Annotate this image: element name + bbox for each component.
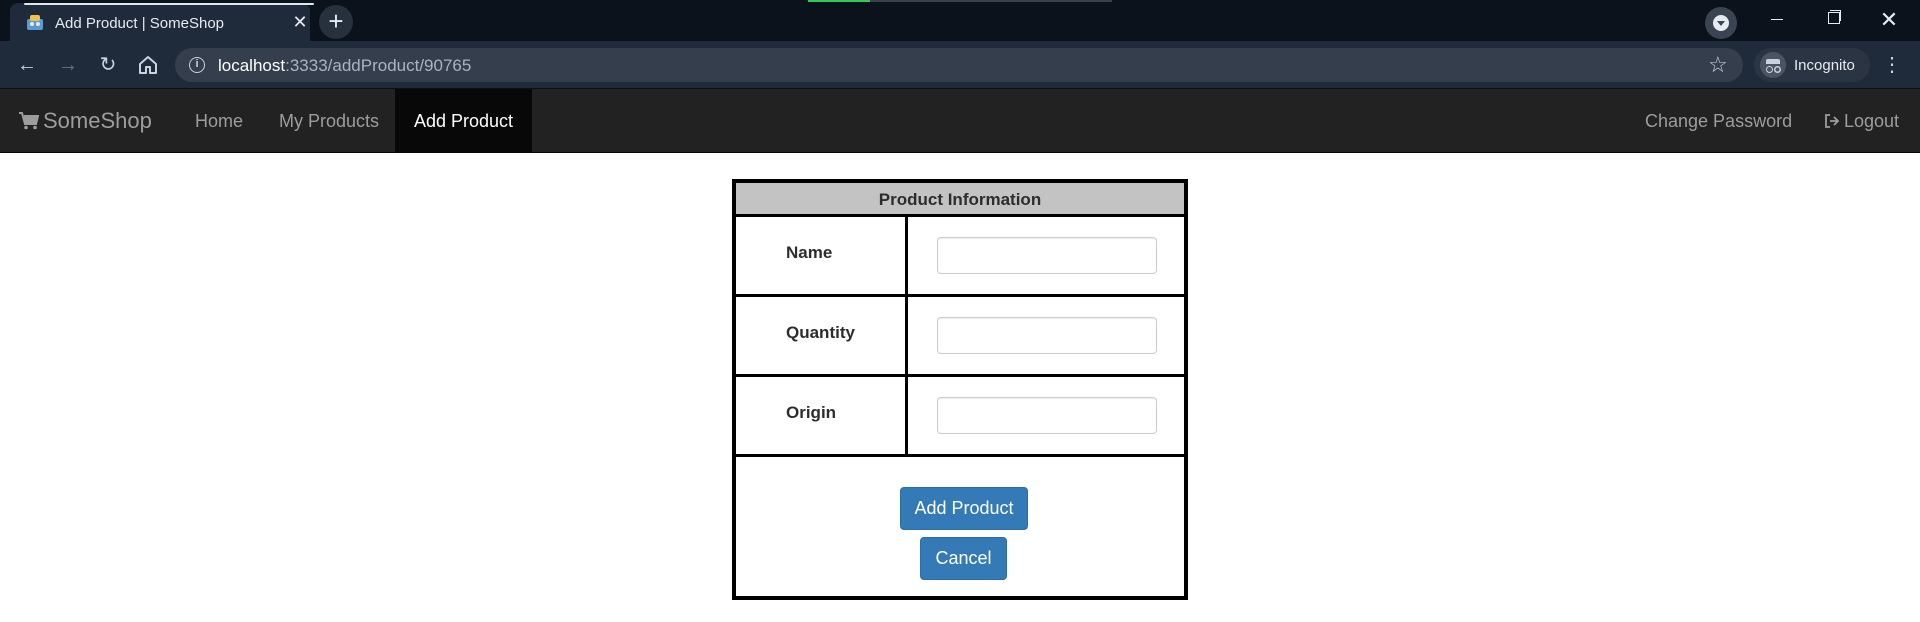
origin-row: Origin <box>736 377 1184 457</box>
shopping-cart-icon <box>19 112 39 130</box>
page-load-progress <box>808 0 870 2</box>
incognito-label: Incognito <box>1794 57 1855 74</box>
nav-change-password[interactable]: Change Password <box>1626 89 1811 153</box>
browser-toolbar: ← → ↻ i localhost:3333/addProduct/90765 … <box>0 41 1920 89</box>
quantity-input[interactable] <box>937 317 1157 354</box>
bookmark-star-icon[interactable]: ☆ <box>1708 52 1728 78</box>
name-input[interactable] <box>937 237 1157 274</box>
logout-icon <box>1825 114 1840 128</box>
name-row: Name <box>736 217 1184 297</box>
url-text[interactable]: localhost:3333/addProduct/90765 <box>218 56 471 76</box>
new-tab-button[interactable]: + <box>319 5 353 39</box>
origin-input[interactable] <box>937 397 1157 434</box>
add-product-button[interactable]: Add Product <box>900 487 1028 530</box>
reload-icon[interactable]: ↻ <box>96 53 120 77</box>
forward-icon[interactable]: → <box>56 53 80 77</box>
name-label: Name <box>786 243 833 262</box>
tab-title: Add Product | SomeShop <box>55 15 224 32</box>
browser-tab-strip: Add Product | SomeShop ✕ + ✕ <box>0 0 1920 41</box>
quantity-row: Quantity <box>736 297 1184 377</box>
nav-add-product[interactable]: Add Product <box>395 89 533 153</box>
site-navbar: SomeShop Home My Products Add Product Ch… <box>0 89 1920 153</box>
site-favicon-icon <box>27 15 43 30</box>
quantity-label: Quantity <box>786 323 855 342</box>
address-bar[interactable]: i localhost:3333/addProduct/90765 ☆ <box>175 48 1743 82</box>
back-icon[interactable]: ← <box>15 53 39 77</box>
column-divider <box>905 297 908 377</box>
nav-logout[interactable]: Logout <box>1805 89 1918 153</box>
window-restore-button[interactable] <box>1805 0 1861 41</box>
browser-menu-icon[interactable]: ⋮ <box>1882 51 1902 79</box>
logout-label: Logout <box>1844 111 1900 131</box>
column-divider <box>905 217 908 297</box>
column-divider <box>905 377 908 457</box>
cancel-button[interactable]: Cancel <box>920 537 1007 580</box>
brand-name: SomeShop <box>43 108 152 133</box>
tab-close-icon[interactable]: ✕ <box>289 11 311 33</box>
window-minimize-button[interactable] <box>1749 0 1805 41</box>
nav-home[interactable]: Home <box>176 89 262 153</box>
brand-link[interactable]: SomeShop <box>19 89 152 153</box>
tab-search-icon[interactable] <box>1705 7 1737 39</box>
incognito-profile-button[interactable]: Incognito <box>1754 48 1870 82</box>
incognito-icon <box>1760 52 1786 78</box>
form-header: Product Information <box>736 183 1184 217</box>
window-close-button[interactable]: ✕ <box>1861 0 1917 41</box>
product-form: Product Information Name Quantity Origin… <box>732 179 1188 600</box>
tab-accent <box>24 3 314 5</box>
origin-label: Origin <box>786 403 837 422</box>
site-info-icon[interactable]: i <box>189 57 205 73</box>
browser-tab[interactable]: Add Product | SomeShop ✕ <box>10 3 314 41</box>
nav-my-products[interactable]: My Products <box>260 89 398 153</box>
home-icon[interactable] <box>136 53 160 77</box>
